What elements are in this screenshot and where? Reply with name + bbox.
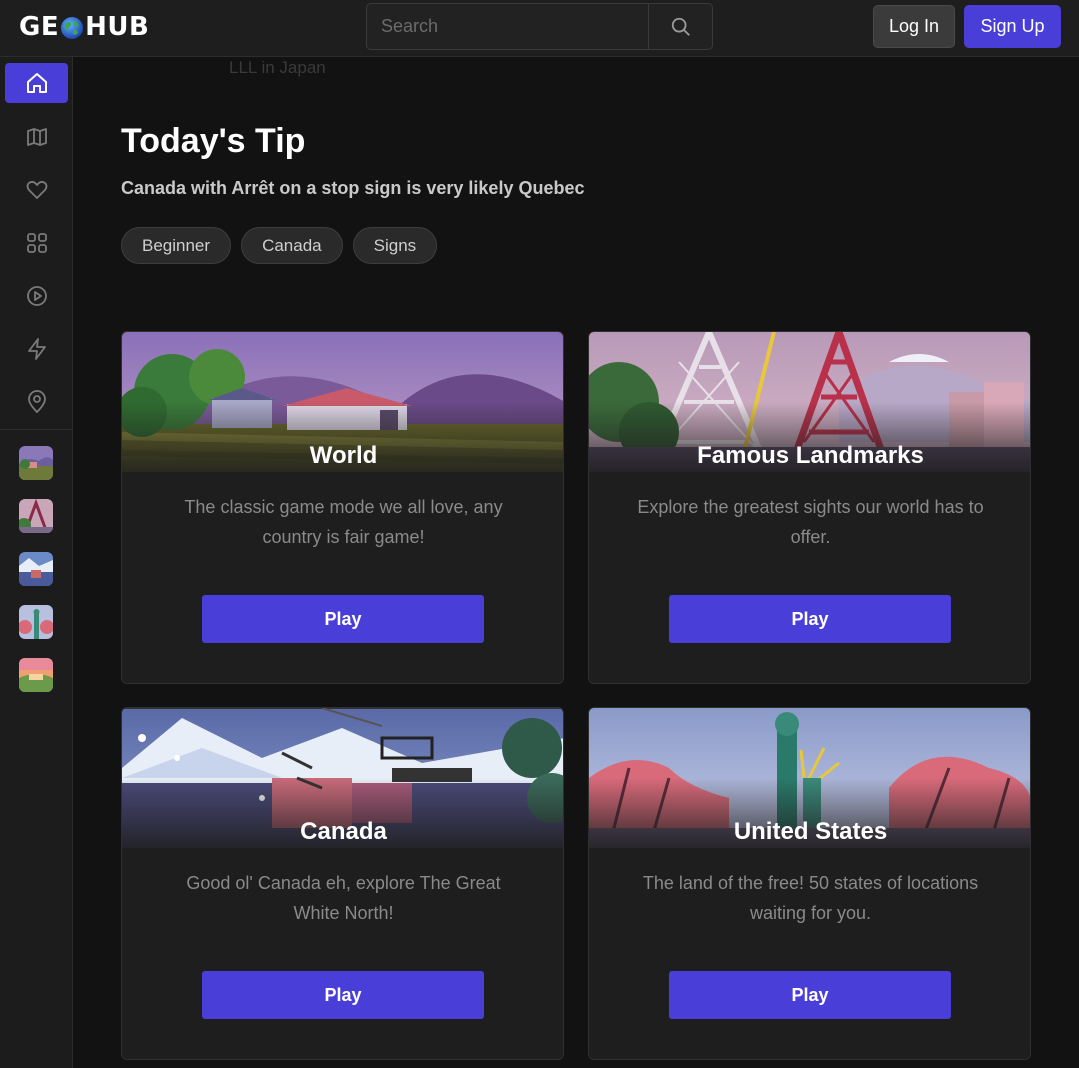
sidebar-item-locations[interactable]	[5, 382, 68, 422]
card-title: Famous Landmarks	[697, 442, 924, 469]
play-button-united-states[interactable]: Play	[669, 971, 951, 1019]
sidebar-map-other[interactable]	[19, 658, 53, 692]
landmarks-map-thumbnail-icon	[19, 499, 53, 533]
sidebar-map-canada[interactable]	[19, 552, 53, 586]
heart-icon	[26, 180, 47, 199]
sidebar-item-browse[interactable]	[5, 223, 68, 263]
sidebar-item-play[interactable]	[5, 276, 68, 316]
sidebar	[0, 57, 73, 1068]
play-button-canada[interactable]: Play	[202, 971, 484, 1019]
search-icon	[671, 17, 690, 36]
home-icon	[26, 73, 47, 93]
canada-map-thumbnail-icon	[19, 552, 53, 586]
map-icon	[26, 128, 47, 146]
search-button[interactable]	[648, 4, 712, 49]
tag-beginner[interactable]: Beginner	[121, 227, 232, 264]
geohub-logo[interactable]: GE HUB	[19, 11, 149, 43]
tag-canada[interactable]: Canada	[241, 227, 343, 264]
card-title: United States	[733, 818, 888, 845]
card-description: The classic game mode we all love, any c…	[184, 497, 503, 547]
login-button[interactable]: Log In	[873, 5, 955, 48]
game-card-world: World The classic game mode we all love,…	[121, 331, 564, 684]
play-button-famous-landmarks[interactable]: Play	[669, 595, 951, 643]
sidebar-divider	[0, 429, 72, 430]
game-card-famous-landmarks: Famous Landmarks Explore the greatest si…	[588, 331, 1031, 684]
sidebar-item-liked[interactable]	[5, 170, 68, 210]
globe-icon	[61, 17, 84, 39]
card-description: The land of the free! 50 states of locat…	[642, 873, 979, 923]
location-pin-icon	[27, 390, 46, 414]
sidebar-item-streaks[interactable]	[5, 329, 68, 369]
world-map-thumbnail-icon	[19, 446, 53, 480]
tip-title: Today's Tip	[121, 122, 306, 160]
signup-button[interactable]: Sign Up	[964, 5, 1061, 48]
play-circle-icon	[26, 286, 47, 306]
search-bar	[366, 3, 713, 50]
grid-icon	[26, 233, 47, 253]
top-navbar: GE HUB Log In Sign Up	[0, 0, 1079, 57]
sidebar-map-world[interactable]	[19, 446, 53, 480]
logo-text-left: GE	[19, 12, 60, 42]
card-title: World	[309, 442, 378, 469]
sidebar-map-landmarks[interactable]	[19, 499, 53, 533]
background-ghost-text: LLL in Japan	[229, 58, 326, 77]
logo-text-right: HUB	[85, 12, 150, 42]
sidebar-map-usa[interactable]	[19, 605, 53, 639]
game-card-united-states: United States The land of the free! 50 s…	[588, 707, 1031, 1060]
sidebar-item-maps[interactable]	[5, 117, 68, 157]
card-description: Good ol' Canada eh, explore The Great Wh…	[186, 873, 501, 923]
card-description: Explore the greatest sights our world ha…	[637, 497, 984, 547]
tag-signs[interactable]: Signs	[352, 227, 438, 264]
card-title: Canada	[300, 818, 387, 845]
search-input[interactable]	[367, 4, 648, 49]
tip-tags: Beginner Canada Signs	[121, 227, 438, 264]
lightning-icon	[27, 338, 46, 360]
tip-text: Canada with Arrêt on a stop sign is very…	[121, 178, 585, 198]
usa-map-thumbnail-icon	[19, 605, 53, 639]
game-card-canada: Canada Good ol' Canada eh, explore The G…	[121, 707, 564, 1060]
scenic-map-thumbnail-icon	[19, 658, 53, 692]
sidebar-item-home[interactable]	[5, 63, 68, 103]
play-button-world[interactable]: Play	[202, 595, 484, 643]
